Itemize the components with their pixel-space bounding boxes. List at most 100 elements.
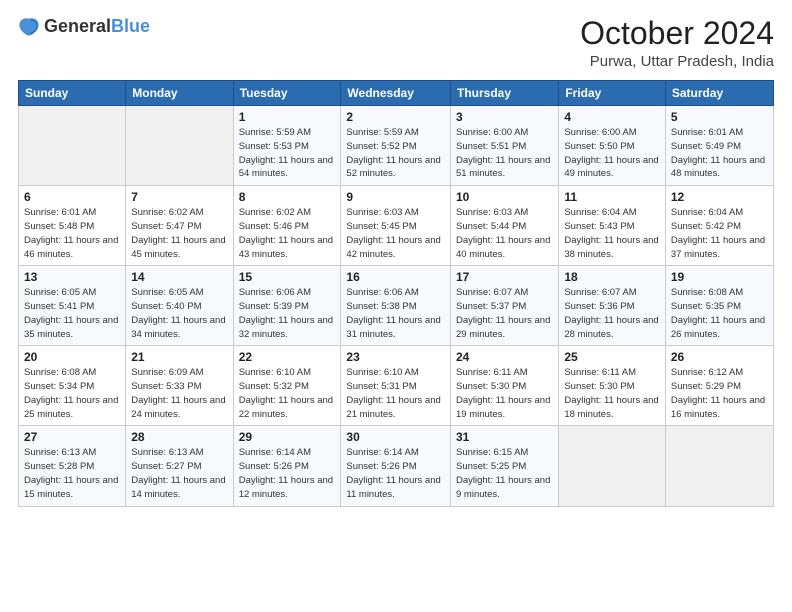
day-number: 22 [239, 350, 336, 364]
day-number: 14 [131, 270, 227, 284]
week-row-1: 1Sunrise: 5:59 AM Sunset: 5:53 PM Daylig… [19, 106, 774, 186]
day-number: 26 [671, 350, 768, 364]
day-number: 2 [346, 110, 445, 124]
calendar-cell: 30 Sunrise: 6:14 AM Sunset: 5:26 PM Dayli… [341, 426, 451, 506]
calendar-cell: 17Sunrise: 6:07 AM Sunset: 5:37 PM Dayli… [451, 266, 559, 346]
calendar-cell: 14 Sunrise: 6:05 AM Sunset: 5:40 PM Dayli… [126, 266, 233, 346]
weekday-header-tuesday: Tuesday [233, 81, 341, 106]
title-block: October 2024 Purwa, Uttar Pradesh, India [580, 16, 774, 70]
calendar-body: 1Sunrise: 5:59 AM Sunset: 5:53 PM Daylig… [19, 106, 774, 506]
day-detail: Sunrise: 6:07 AM Sunset: 5:36 PM Dayligh… [564, 286, 660, 341]
weekday-header-friday: Friday [559, 81, 666, 106]
calendar-cell: 9 Sunrise: 6:03 AM Sunset: 5:45 PM Daylig… [341, 186, 451, 266]
calendar-cell: 13 Sunrise: 6:05 AM Sunset: 5:41 PM Dayli… [19, 266, 126, 346]
day-number: 3 [456, 110, 553, 124]
day-number: 6 [24, 190, 120, 204]
day-number: 20 [24, 350, 120, 364]
weekday-header-thursday: Thursday [451, 81, 559, 106]
calendar-cell [126, 106, 233, 186]
day-detail: Sunrise: 6:02 AM Sunset: 5:47 PM Dayligh… [131, 206, 227, 261]
calendar-cell: 4 Sunrise: 6:00 AM Sunset: 5:50 PM Daylig… [559, 106, 666, 186]
weekday-header-monday: Monday [126, 81, 233, 106]
day-detail: Sunrise: 6:01 AM Sunset: 5:48 PM Dayligh… [24, 206, 120, 261]
weekday-header-row: SundayMondayTuesdayWednesdayThursdayFrid… [19, 81, 774, 106]
day-detail: Sunrise: 6:06 AM Sunset: 5:38 PM Dayligh… [346, 286, 445, 341]
day-detail: Sunrise: 6:00 AM Sunset: 5:50 PM Dayligh… [564, 126, 660, 181]
calendar-cell: 3 Sunrise: 6:00 AM Sunset: 5:51 PM Daylig… [451, 106, 559, 186]
calendar-cell: 8 Sunrise: 6:02 AM Sunset: 5:46 PM Daylig… [233, 186, 341, 266]
day-detail: Sunrise: 6:00 AM Sunset: 5:51 PM Dayligh… [456, 126, 553, 181]
calendar-cell: 25Sunrise: 6:11 AM Sunset: 5:30 PM Dayli… [559, 346, 666, 426]
day-number: 19 [671, 270, 768, 284]
day-detail: Sunrise: 6:14 AM Sunset: 5:26 PM Dayligh… [346, 446, 445, 501]
day-number: 18 [564, 270, 660, 284]
location-title: Purwa, Uttar Pradesh, India [580, 53, 774, 70]
day-detail: Sunrise: 6:03 AM Sunset: 5:45 PM Dayligh… [346, 206, 445, 261]
calendar-cell: 19 Sunrise: 6:08 AM Sunset: 5:35 PM Dayli… [665, 266, 773, 346]
day-detail: Sunrise: 6:13 AM Sunset: 5:28 PM Dayligh… [24, 446, 120, 501]
day-detail: Sunrise: 6:04 AM Sunset: 5:43 PM Dayligh… [564, 206, 660, 261]
day-number: 16 [346, 270, 445, 284]
day-detail: Sunrise: 6:05 AM Sunset: 5:40 PM Dayligh… [131, 286, 227, 341]
day-detail: Sunrise: 6:11 AM Sunset: 5:30 PM Dayligh… [456, 366, 553, 421]
calendar-cell: 23Sunrise: 6:10 AM Sunset: 5:31 PM Dayli… [341, 346, 451, 426]
calendar-cell: 5Sunrise: 6:01 AM Sunset: 5:49 PM Daylig… [665, 106, 773, 186]
month-title: October 2024 [580, 16, 774, 51]
calendar-cell: 29 Sunrise: 6:14 AM Sunset: 5:26 PM Dayli… [233, 426, 341, 506]
week-row-2: 6 Sunrise: 6:01 AM Sunset: 5:48 PM Daylig… [19, 186, 774, 266]
day-number: 24 [456, 350, 553, 364]
day-detail: Sunrise: 5:59 AM Sunset: 5:53 PM Dayligh… [239, 126, 336, 181]
week-row-4: 20Sunrise: 6:08 AM Sunset: 5:34 PM Dayli… [19, 346, 774, 426]
day-number: 15 [239, 270, 336, 284]
day-number: 8 [239, 190, 336, 204]
calendar-cell: 22Sunrise: 6:10 AM Sunset: 5:32 PM Dayli… [233, 346, 341, 426]
day-detail: Sunrise: 6:10 AM Sunset: 5:31 PM Dayligh… [346, 366, 445, 421]
week-row-3: 13 Sunrise: 6:05 AM Sunset: 5:41 PM Dayli… [19, 266, 774, 346]
day-number: 30 [346, 430, 445, 444]
header: GeneralBlue October 2024 Purwa, Uttar Pr… [18, 16, 774, 70]
page: GeneralBlue October 2024 Purwa, Uttar Pr… [0, 0, 792, 612]
calendar-cell: 31 Sunrise: 6:15 AM Sunset: 5:25 PM Dayli… [451, 426, 559, 506]
day-number: 11 [564, 190, 660, 204]
day-number: 10 [456, 190, 553, 204]
calendar-cell: 6 Sunrise: 6:01 AM Sunset: 5:48 PM Daylig… [19, 186, 126, 266]
calendar-cell: 7Sunrise: 6:02 AM Sunset: 5:47 PM Daylig… [126, 186, 233, 266]
day-number: 12 [671, 190, 768, 204]
day-detail: Sunrise: 6:06 AM Sunset: 5:39 PM Dayligh… [239, 286, 336, 341]
week-row-5: 27 Sunrise: 6:13 AM Sunset: 5:28 PM Dayli… [19, 426, 774, 506]
calendar-cell: 12Sunrise: 6:04 AM Sunset: 5:42 PM Dayli… [665, 186, 773, 266]
day-detail: Sunrise: 6:15 AM Sunset: 5:25 PM Dayligh… [456, 446, 553, 501]
calendar-cell: 11 Sunrise: 6:04 AM Sunset: 5:43 PM Dayli… [559, 186, 666, 266]
calendar-cell: 20Sunrise: 6:08 AM Sunset: 5:34 PM Dayli… [19, 346, 126, 426]
calendar-cell: 21Sunrise: 6:09 AM Sunset: 5:33 PM Dayli… [126, 346, 233, 426]
calendar-cell: 27 Sunrise: 6:13 AM Sunset: 5:28 PM Dayli… [19, 426, 126, 506]
calendar-cell: 1Sunrise: 5:59 AM Sunset: 5:53 PM Daylig… [233, 106, 341, 186]
day-number: 28 [131, 430, 227, 444]
day-number: 13 [24, 270, 120, 284]
day-detail: Sunrise: 5:59 AM Sunset: 5:52 PM Dayligh… [346, 126, 445, 181]
calendar-cell: 15 Sunrise: 6:06 AM Sunset: 5:39 PM Dayli… [233, 266, 341, 346]
day-number: 25 [564, 350, 660, 364]
calendar-cell: 18 Sunrise: 6:07 AM Sunset: 5:36 PM Dayli… [559, 266, 666, 346]
calendar-cell: 26 Sunrise: 6:12 AM Sunset: 5:29 PM Dayli… [665, 346, 773, 426]
day-detail: Sunrise: 6:05 AM Sunset: 5:41 PM Dayligh… [24, 286, 120, 341]
calendar: SundayMondayTuesdayWednesdayThursdayFrid… [18, 80, 774, 506]
day-number: 5 [671, 110, 768, 124]
day-number: 4 [564, 110, 660, 124]
day-detail: Sunrise: 6:09 AM Sunset: 5:33 PM Dayligh… [131, 366, 227, 421]
day-number: 29 [239, 430, 336, 444]
calendar-cell: 2 Sunrise: 5:59 AM Sunset: 5:52 PM Daylig… [341, 106, 451, 186]
day-detail: Sunrise: 6:14 AM Sunset: 5:26 PM Dayligh… [239, 446, 336, 501]
day-detail: Sunrise: 6:13 AM Sunset: 5:27 PM Dayligh… [131, 446, 227, 501]
calendar-cell: 24 Sunrise: 6:11 AM Sunset: 5:30 PM Dayli… [451, 346, 559, 426]
day-detail: Sunrise: 6:02 AM Sunset: 5:46 PM Dayligh… [239, 206, 336, 261]
day-detail: Sunrise: 6:08 AM Sunset: 5:35 PM Dayligh… [671, 286, 768, 341]
day-detail: Sunrise: 6:12 AM Sunset: 5:29 PM Dayligh… [671, 366, 768, 421]
calendar-cell [559, 426, 666, 506]
day-number: 9 [346, 190, 445, 204]
logo: GeneralBlue [18, 16, 150, 38]
day-number: 31 [456, 430, 553, 444]
day-detail: Sunrise: 6:03 AM Sunset: 5:44 PM Dayligh… [456, 206, 553, 261]
day-number: 27 [24, 430, 120, 444]
day-number: 17 [456, 270, 553, 284]
